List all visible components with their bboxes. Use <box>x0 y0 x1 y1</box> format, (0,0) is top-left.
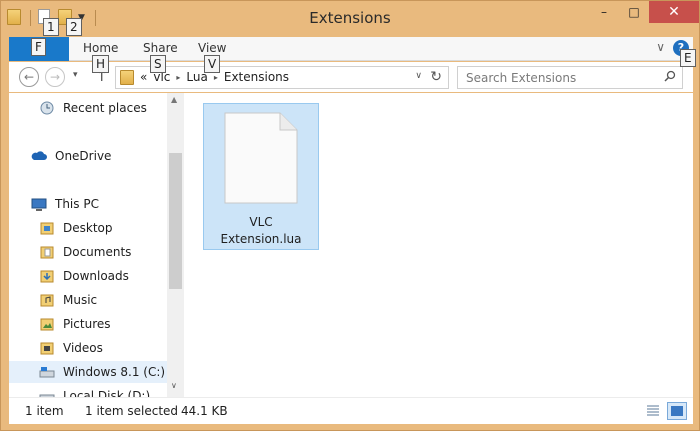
keytip-home: H <box>92 55 110 73</box>
nav-item-music[interactable]: Music <box>9 289 169 311</box>
nav-item-label: This PC <box>55 197 99 211</box>
keytip-qat-1: 1 <box>43 18 59 36</box>
nav-item-videos[interactable]: Videos <box>9 337 169 359</box>
nav-item-label: Pictures <box>63 317 111 331</box>
nav-item-label: OneDrive <box>55 149 112 163</box>
nav-item-label: Videos <box>63 341 103 355</box>
window-controls: – □ ✕ <box>589 1 699 23</box>
search-input[interactable] <box>458 67 648 88</box>
minimize-button[interactable]: – <box>589 1 619 23</box>
recent-places-icon <box>40 101 54 115</box>
videos-folder-icon <box>40 342 54 355</box>
tab-view[interactable]: View <box>198 41 226 55</box>
file-name-line: VLC <box>249 215 273 229</box>
selection-size: 44.1 KB <box>181 404 228 418</box>
keytip-view: V <box>204 55 221 73</box>
selection-count: 1 item selected <box>85 404 179 418</box>
breadcrumb-separator-icon[interactable]: ▸ <box>214 73 218 82</box>
lua-file-icon <box>224 112 298 204</box>
this-pc-icon <box>31 198 47 211</box>
file-list[interactable]: VLC Extension.lua <box>185 93 693 397</box>
ribbon-tabs: Home Share View ∨ ? <box>9 37 693 61</box>
maximize-button[interactable]: □ <box>619 1 649 23</box>
onedrive-icon <box>31 151 47 160</box>
keytip-qat-2: 2 <box>66 18 82 36</box>
keytip-file: F <box>31 38 46 56</box>
nav-item-downloads[interactable]: Downloads <box>9 265 169 287</box>
documents-folder-icon <box>40 246 54 259</box>
nav-item-documents[interactable]: Documents <box>9 241 169 263</box>
search-icon[interactable] <box>664 70 676 82</box>
address-folder-icon <box>120 70 134 85</box>
nav-item-label: Documents <box>63 245 132 259</box>
keytip-share: S <box>150 55 166 73</box>
nav-item-label: Desktop <box>63 221 113 235</box>
close-button[interactable]: ✕ <box>649 1 699 23</box>
keytip-help: E <box>680 49 696 67</box>
refresh-icon[interactable]: ↻ <box>430 69 442 85</box>
nav-item-windows-c[interactable]: Windows 8.1 (C:) <box>9 361 169 383</box>
scroll-up-icon[interactable]: ▲ <box>171 95 177 104</box>
scroll-down-icon[interactable]: ∨ <box>171 381 177 390</box>
main-area: Recent places OneDrive This PC Desktop D… <box>9 93 693 397</box>
breadcrumb-separator-icon[interactable]: ▸ <box>176 73 180 82</box>
file-name-line: Extension.lua <box>220 232 302 246</box>
desktop-folder-icon <box>40 222 54 235</box>
nav-item-label: Music <box>63 293 98 307</box>
back-button[interactable]: ← <box>19 67 39 87</box>
title-bar[interactable]: ▼ Extensions – □ ✕ <box>1 1 699 37</box>
scrollbar-thumb[interactable] <box>169 153 182 289</box>
address-dropdown-icon[interactable]: ∨ <box>415 71 422 81</box>
nav-item-recent-places[interactable]: Recent places <box>9 97 169 119</box>
nav-item-desktop[interactable]: Desktop <box>9 217 169 239</box>
navigation-bar: ← → ▾ ↑ « vlc ▸ Lua ▸ Extensions ∨ ↻ <box>9 62 693 92</box>
nav-item-label: Windows 8.1 (C:) <box>63 365 166 379</box>
file-item-vlc-extension[interactable]: VLC Extension.lua <box>203 103 319 250</box>
explorer-window: ▼ Extensions – □ ✕ Home Share View ∨ ? ←… <box>0 0 700 431</box>
status-bar: 1 item 1 item selected 44.1 KB <box>9 397 693 424</box>
file-name: VLC Extension.lua <box>204 214 318 248</box>
item-count: 1 item <box>25 404 64 418</box>
nav-item-onedrive[interactable]: OneDrive <box>9 145 169 167</box>
music-folder-icon <box>40 294 54 307</box>
breadcrumb-overflow[interactable]: « <box>140 70 147 84</box>
tab-share[interactable]: Share <box>143 41 178 55</box>
ribbon-collapse-icon[interactable]: ∨ <box>656 40 665 54</box>
tab-home[interactable]: Home <box>83 41 118 55</box>
breadcrumb-extensions[interactable]: Extensions <box>224 70 289 84</box>
nav-item-label: Downloads <box>63 269 129 283</box>
nav-item-local-disk-d[interactable]: Local Disk (D:) <box>9 385 169 397</box>
large-icons-view-icon <box>671 406 683 416</box>
nav-item-label: Local Disk (D:) <box>63 389 151 397</box>
large-icons-view-button[interactable] <box>667 402 687 420</box>
nav-item-label: Recent places <box>63 101 147 115</box>
downloads-folder-icon <box>40 270 54 283</box>
pictures-folder-icon <box>40 318 54 331</box>
recent-locations-button[interactable]: ▾ <box>73 70 78 80</box>
drive-icon <box>39 367 55 378</box>
drive-icon <box>39 394 55 397</box>
forward-button[interactable]: → <box>45 67 65 87</box>
search-box[interactable] <box>457 66 683 89</box>
nav-pane-scrollbar[interactable]: ▲ ∨ <box>167 93 184 397</box>
nav-item-pictures[interactable]: Pictures <box>9 313 169 335</box>
navigation-pane[interactable]: Recent places OneDrive This PC Desktop D… <box>9 93 184 397</box>
details-view-button[interactable] <box>643 402 663 420</box>
details-view-icon <box>647 405 659 416</box>
nav-item-this-pc[interactable]: This PC <box>9 193 169 215</box>
